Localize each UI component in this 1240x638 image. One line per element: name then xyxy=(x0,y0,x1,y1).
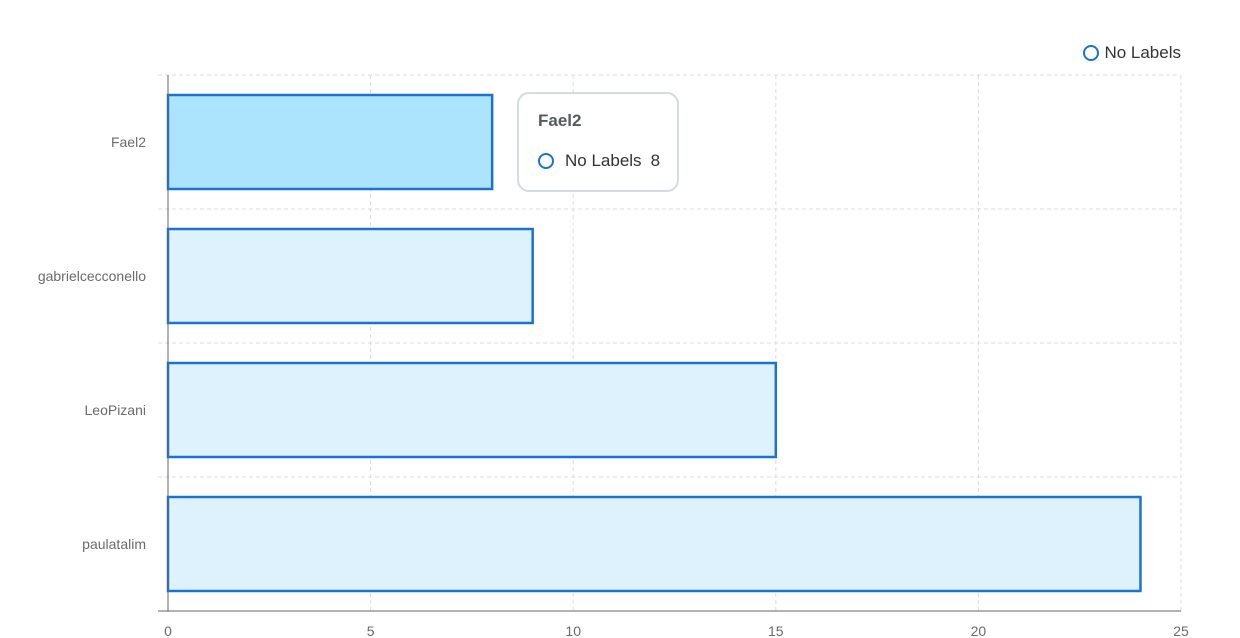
x-tick-label: 15 xyxy=(768,623,784,638)
x-tick-label: 5 xyxy=(367,623,375,638)
legend-marker-icon xyxy=(1083,45,1100,61)
tooltip: Fael2 No Labels 8 xyxy=(517,92,679,192)
tooltip-row: No Labels 8 xyxy=(538,151,677,171)
y-tick-label: Fael2 xyxy=(111,134,146,150)
x-tick-label: 0 xyxy=(164,623,172,638)
chart-container: Fael2 gabrielcecconello LeoPizani paulatali… xyxy=(0,0,1240,638)
tooltip-series-name: No Labels xyxy=(565,151,642,170)
bar[interactable] xyxy=(166,495,1142,593)
legend[interactable]: No Labels xyxy=(1083,43,1181,63)
x-tick-label: 10 xyxy=(565,623,581,638)
tooltip-value: 8 xyxy=(650,151,661,170)
y-tick-label: gabrielcecconello xyxy=(38,268,146,284)
x-tick-label: 20 xyxy=(971,623,987,638)
tooltip-title: Fael2 xyxy=(538,111,582,130)
bar[interactable] xyxy=(166,361,778,459)
legend-label: No Labels xyxy=(1104,43,1181,62)
tooltip-marker-icon xyxy=(538,153,554,169)
bar[interactable] xyxy=(166,227,534,325)
bar[interactable] xyxy=(166,93,494,191)
x-tick-label: 25 xyxy=(1173,623,1189,638)
y-tick-label: paulatalim xyxy=(82,536,146,552)
y-tick-label: LeoPizani xyxy=(85,402,147,418)
